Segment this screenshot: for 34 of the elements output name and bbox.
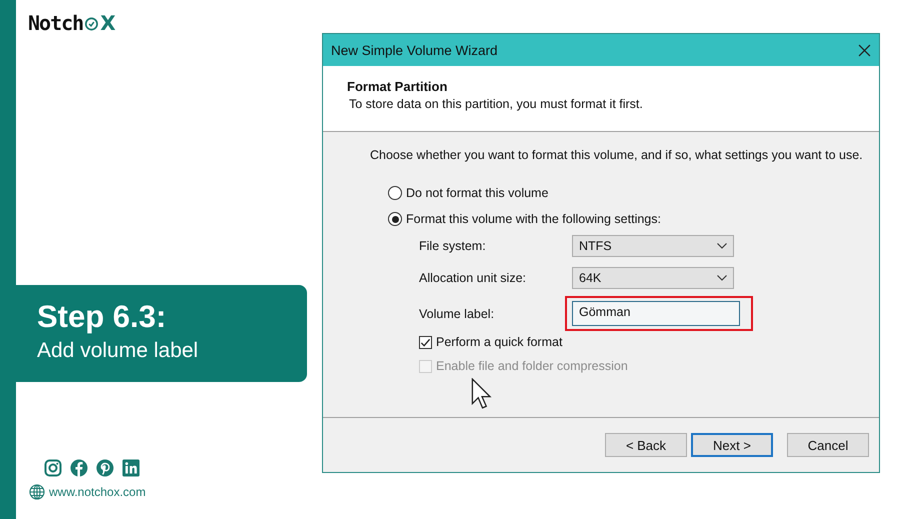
close-icon[interactable] [858,44,871,56]
radio-label: Format this volume with the following settings: [406,212,661,226]
dropdown[interactable]: 64K [572,267,734,289]
step-subtitle: Add volume label [37,338,200,364]
globe-icon [29,484,45,500]
step-title: Step 6.3: [37,299,168,335]
logo-text: X [100,11,116,35]
linkedin-icon[interactable] [122,459,140,477]
dialog-button[interactable]: Cancel [787,433,869,457]
radio-button[interactable] [388,212,402,226]
page-heading: Format Partition [347,79,448,94]
chevron-down-icon [717,275,727,281]
dialog-button[interactable]: < Back [605,433,687,457]
field-label: Volume label: [419,306,496,320]
window-title: New Simple Volume Wizard [331,42,498,58]
instagram-icon[interactable] [44,459,62,477]
radio-button[interactable] [388,186,402,200]
checkbox-label: Enable file and folder compression [436,359,628,373]
pinterest-icon[interactable] [96,459,114,477]
dialog-button[interactable]: Next > [691,433,773,457]
website-link[interactable]: www.notchox.com [49,485,146,499]
logo-text: Notch [28,11,84,35]
radio-label: Do not format this volume [406,186,548,200]
checkbox[interactable] [419,336,432,348]
volume-label-field[interactable]: Gömman [572,301,740,326]
field-label: Allocation unit size: [419,271,528,285]
dropdown[interactable]: NTFS [572,235,734,257]
page-description: To store data on this partition, you must format it first. [349,97,644,111]
checkbox-label: Perform a quick format [436,335,562,349]
instruction-text: Choose whether you want to format this volume, and if so, what settings you want to use. [370,148,864,162]
field-label: File system: [419,239,487,253]
mouse-pointer-icon [471,378,493,410]
chevron-down-icon [717,243,727,249]
facebook-icon[interactable] [70,459,88,477]
